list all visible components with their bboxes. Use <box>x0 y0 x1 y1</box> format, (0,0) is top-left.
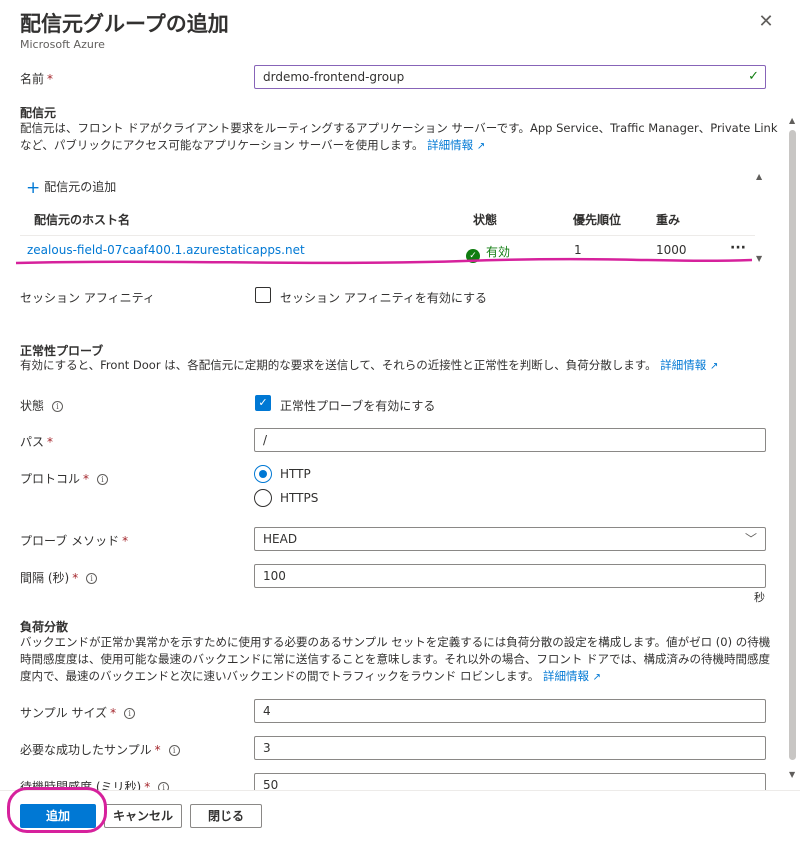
protocol-label: プロトコル * i <box>20 470 109 487</box>
annotation-circle <box>7 787 107 833</box>
origins-description: 配信元は、フロント ドアがクライアント要求をルーティングするアプリケーション サ… <box>20 121 778 152</box>
successful-samples-label: 必要な成功したサンプル * i <box>20 741 180 758</box>
column-header-host: 配信元のホスト名 <box>34 213 131 227</box>
origin-priority: 1 <box>574 243 582 257</box>
page-title: 配信元グループの追加 <box>20 12 229 36</box>
column-header-status: 状態 <box>473 213 498 227</box>
origin-weight: 1000 <box>656 243 687 257</box>
probe-status-label: 状態 i <box>20 397 64 414</box>
session-affinity-checkbox-label: セッション アフィニティを有効にする <box>280 291 487 305</box>
successful-samples-input[interactable]: 3 <box>254 736 766 760</box>
health-probe-checkbox[interactable]: ✓ <box>255 395 271 411</box>
origins-section-title: 配信元 <box>20 106 57 120</box>
protocol-http-radio[interactable] <box>254 465 272 483</box>
chevron-down-icon: ﹀ <box>744 532 757 546</box>
name-label: 名前 * <box>20 72 54 86</box>
info-icon: i <box>168 745 180 756</box>
info-icon: i <box>97 474 109 485</box>
health-probe-checkbox-label: 正常性プローブを有効にする <box>280 399 436 413</box>
path-label: パス * <box>20 435 54 449</box>
inner-scroll-up-icon[interactable]: ▲ <box>756 172 762 181</box>
main-scrollbar-thumb[interactable] <box>789 130 796 760</box>
name-input[interactable]: drdemo-frontend-group ✓ <box>254 65 766 89</box>
info-icon: i <box>86 573 98 584</box>
external-link-icon: ↗ <box>592 672 602 683</box>
footer-bar: 追加 キャンセル 閉じる <box>0 790 800 844</box>
close-button[interactable]: 閉じる <box>190 804 262 828</box>
more-options-icon[interactable]: ··· <box>730 240 746 256</box>
annotation-underline <box>15 257 753 265</box>
plus-icon: + <box>26 178 41 198</box>
cancel-button[interactable]: キャンセル <box>104 804 182 828</box>
sample-size-input[interactable]: 4 <box>254 699 766 723</box>
load-balancing-learn-more-link[interactable]: 詳細情報 ↗ <box>543 669 601 683</box>
external-link-icon: ↗ <box>709 361 719 372</box>
column-header-priority: 優先順位 <box>573 213 622 227</box>
probe-method-select[interactable]: HEAD ﹀ <box>254 527 766 551</box>
scroll-down-icon[interactable]: ▼ <box>789 770 795 779</box>
interval-label: 間隔 (秒) * i <box>20 569 98 586</box>
column-header-weight: 重み <box>656 213 681 227</box>
protocol-https-radio[interactable] <box>254 489 272 507</box>
load-balancing-section-title: 負荷分散 <box>20 620 69 634</box>
info-icon: i <box>52 401 64 412</box>
sample-size-label: サンプル サイズ * i <box>20 704 136 721</box>
external-link-icon: ↗ <box>476 141 486 152</box>
add-origin-group-panel: 配信元グループの追加 Microsoft Azure ✕ 名前 * drdemo-… <box>0 0 800 844</box>
path-input[interactable]: / <box>254 428 766 452</box>
health-probe-description: 有効にすると、Front Door は、各配信元に定期的な要求を送信して、それら… <box>20 358 719 372</box>
close-icon[interactable]: ✕ <box>756 12 776 32</box>
probe-method-label: プローブ メソッド * <box>20 534 129 548</box>
inner-scroll-down-icon[interactable]: ▼ <box>756 254 762 263</box>
protocol-http-label: HTTP <box>280 467 311 481</box>
valid-check-icon: ✓ <box>748 69 759 84</box>
info-icon: i <box>124 708 136 719</box>
interval-input[interactable]: 100 <box>254 564 766 588</box>
origins-learn-more-link[interactable]: 詳細情報 ↗ <box>427 138 485 152</box>
origin-host-link[interactable]: zealous-field-07caaf400.1.azurestaticapp… <box>27 243 305 257</box>
table-divider <box>20 235 755 236</box>
session-affinity-checkbox[interactable] <box>255 287 271 303</box>
load-balancing-description: バックエンドが正常か異常かを示すために使用する必要のあるサンプル セットを定義す… <box>20 635 771 683</box>
protocol-https-label: HTTPS <box>280 491 319 505</box>
interval-unit: 秒 <box>754 591 765 604</box>
session-affinity-label: セッション アフィニティ <box>20 291 155 305</box>
page-subtitle: Microsoft Azure <box>20 38 105 51</box>
health-probe-learn-more-link[interactable]: 詳細情報 ↗ <box>660 358 718 372</box>
scroll-up-icon[interactable]: ▲ <box>789 116 795 125</box>
add-origin-button[interactable]: + 配信元の追加 <box>26 178 116 198</box>
